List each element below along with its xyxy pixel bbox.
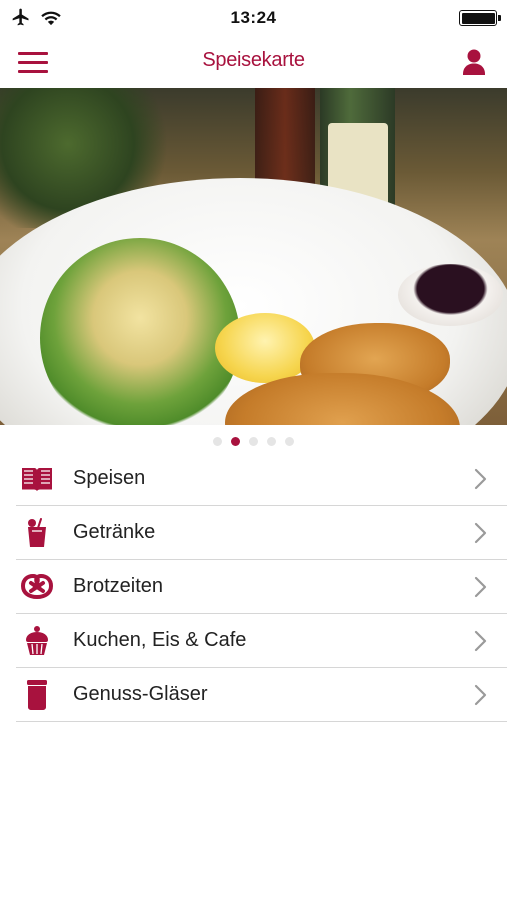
battery-icon — [459, 10, 501, 26]
book-icon — [20, 463, 54, 495]
menu-item-label: Getränke — [73, 521, 156, 543]
menu-item-label: Speisen — [73, 467, 146, 489]
user-icon[interactable] — [461, 48, 487, 76]
carousel-dot[interactable] — [267, 437, 276, 446]
menu-item-label: Genuss-Gläser — [73, 683, 208, 705]
status-bar: 13:24 — [0, 0, 507, 36]
chevron-right-icon — [474, 522, 487, 544]
pretzel-icon — [20, 571, 54, 603]
status-time: 13:24 — [230, 8, 277, 27]
carousel-dot-active[interactable] — [231, 437, 240, 446]
carousel-dot[interactable] — [285, 437, 294, 446]
menu-item-kuchen-eis-cafe[interactable]: Kuchen, Eis & Cafe — [0, 614, 507, 668]
chevron-right-icon — [474, 468, 487, 490]
menu-item-getraenke[interactable]: Getränke — [0, 506, 507, 560]
menu-item-speisen[interactable]: Speisen — [0, 452, 507, 506]
nav-bar: Speisekarte — [0, 36, 507, 88]
hero-image[interactable] — [0, 88, 507, 425]
carousel-dot[interactable] — [213, 437, 222, 446]
chevron-right-icon — [474, 684, 487, 706]
menu-item-label: Brotzeiten — [73, 575, 164, 597]
chevron-right-icon — [474, 576, 487, 598]
menu-item-label: Kuchen, Eis & Cafe — [73, 629, 247, 651]
menu-item-brotzeiten[interactable]: Brotzeiten — [0, 560, 507, 614]
cocktail-icon — [20, 517, 54, 549]
chevron-right-icon — [474, 630, 487, 652]
menu-list: Speisen Getränke Brotzeiten Kuchen, Eis … — [0, 452, 507, 722]
cupcake-icon — [20, 625, 54, 657]
separator — [16, 720, 507, 722]
menu-item-genuss-glaeser[interactable]: Genuss-Gläser — [0, 668, 507, 722]
carousel-pagination — [0, 437, 507, 449]
page-title: Speisekarte — [202, 49, 305, 71]
carousel-dot[interactable] — [249, 437, 258, 446]
jar-icon — [20, 679, 54, 711]
